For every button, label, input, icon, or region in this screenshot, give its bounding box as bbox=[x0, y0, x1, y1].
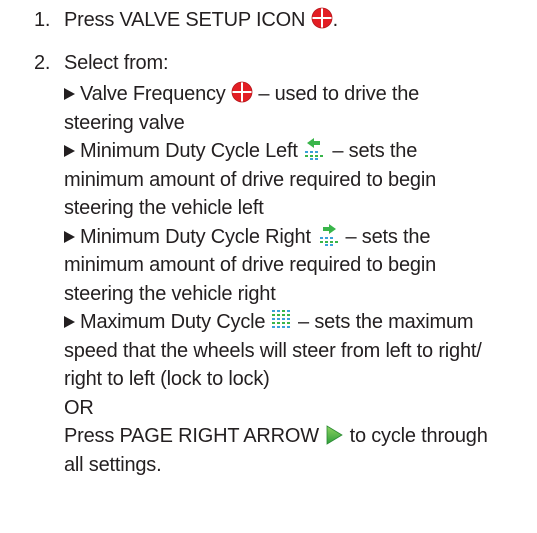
bullet-arrow-icon bbox=[64, 145, 75, 157]
option-max-duty: Maximum Duty Cycle – sets the maximum bbox=[64, 308, 520, 337]
options-list: Valve Frequency – used to drive the stee… bbox=[64, 80, 520, 479]
option-2-desc: – sets the bbox=[332, 140, 418, 162]
alternative-line-2: all settings. bbox=[64, 453, 162, 476]
option-3-line-2: minimum amount of drive required to begi… bbox=[64, 254, 436, 276]
option-1-line-2: steering valve bbox=[64, 111, 185, 134]
step-1-number: 1. bbox=[34, 9, 51, 31]
option-2-line-3: steering the vehicle left bbox=[64, 197, 264, 219]
step-2: 2. Select from: bbox=[34, 51, 169, 75]
option-min-duty-right: Minimum Duty Cycle Right – sets the bbox=[64, 223, 520, 252]
step-2-number: 2. bbox=[34, 52, 51, 74]
or-separator: OR bbox=[64, 396, 94, 419]
option-valve-frequency: Valve Frequency – used to drive the bbox=[64, 80, 520, 109]
alternative-before: Press PAGE RIGHT ARROW bbox=[64, 425, 319, 447]
option-3-title: Minimum Duty Cycle Right bbox=[80, 225, 311, 248]
option-min-duty-left: Minimum Duty Cycle Left – sets the bbox=[64, 137, 520, 166]
option-4-title: Maximum Duty Cycle bbox=[80, 311, 266, 333]
max-duty-icon bbox=[271, 309, 293, 340]
step-2-text: Select from: bbox=[64, 52, 169, 74]
min-duty-right-icon bbox=[316, 223, 340, 255]
option-1-title: Valve Frequency bbox=[80, 83, 226, 105]
valve-setup-icon bbox=[311, 7, 333, 35]
step-1-suffix: . bbox=[332, 9, 339, 31]
alternative-instruction: Press PAGE RIGHT ARROW to cycle through bbox=[64, 422, 520, 451]
valve-frequency-icon bbox=[231, 81, 253, 112]
option-4-line-3: right to left (lock to lock) bbox=[64, 368, 270, 390]
option-3-line-3: steering the vehicle right bbox=[64, 282, 276, 305]
option-2-line-2: minimum amount of drive required to begi… bbox=[64, 168, 436, 191]
option-2-title: Minimum Duty Cycle Left bbox=[80, 140, 298, 162]
step-1-text: Press VALVE SETUP ICON bbox=[64, 9, 306, 31]
option-4-desc: – sets the maximum bbox=[298, 311, 474, 333]
bullet-arrow-icon bbox=[64, 230, 75, 243]
bullet-arrow-icon bbox=[64, 316, 75, 328]
page-right-arrow-icon bbox=[324, 425, 344, 454]
min-duty-left-icon bbox=[303, 138, 327, 169]
option-4-line-2: speed that the wheels will steer from le… bbox=[64, 339, 482, 362]
alternative-after: to cycle through bbox=[349, 425, 488, 447]
bullet-arrow-icon bbox=[64, 88, 75, 100]
step-1: 1. Press VALVE SETUP ICON . bbox=[34, 7, 338, 35]
option-3-desc: – sets the bbox=[345, 225, 431, 248]
option-1-desc: – used to drive the bbox=[258, 83, 420, 105]
instruction-document: 1. Press VALVE SETUP ICON . 2. Select from… bbox=[0, 0, 537, 533]
